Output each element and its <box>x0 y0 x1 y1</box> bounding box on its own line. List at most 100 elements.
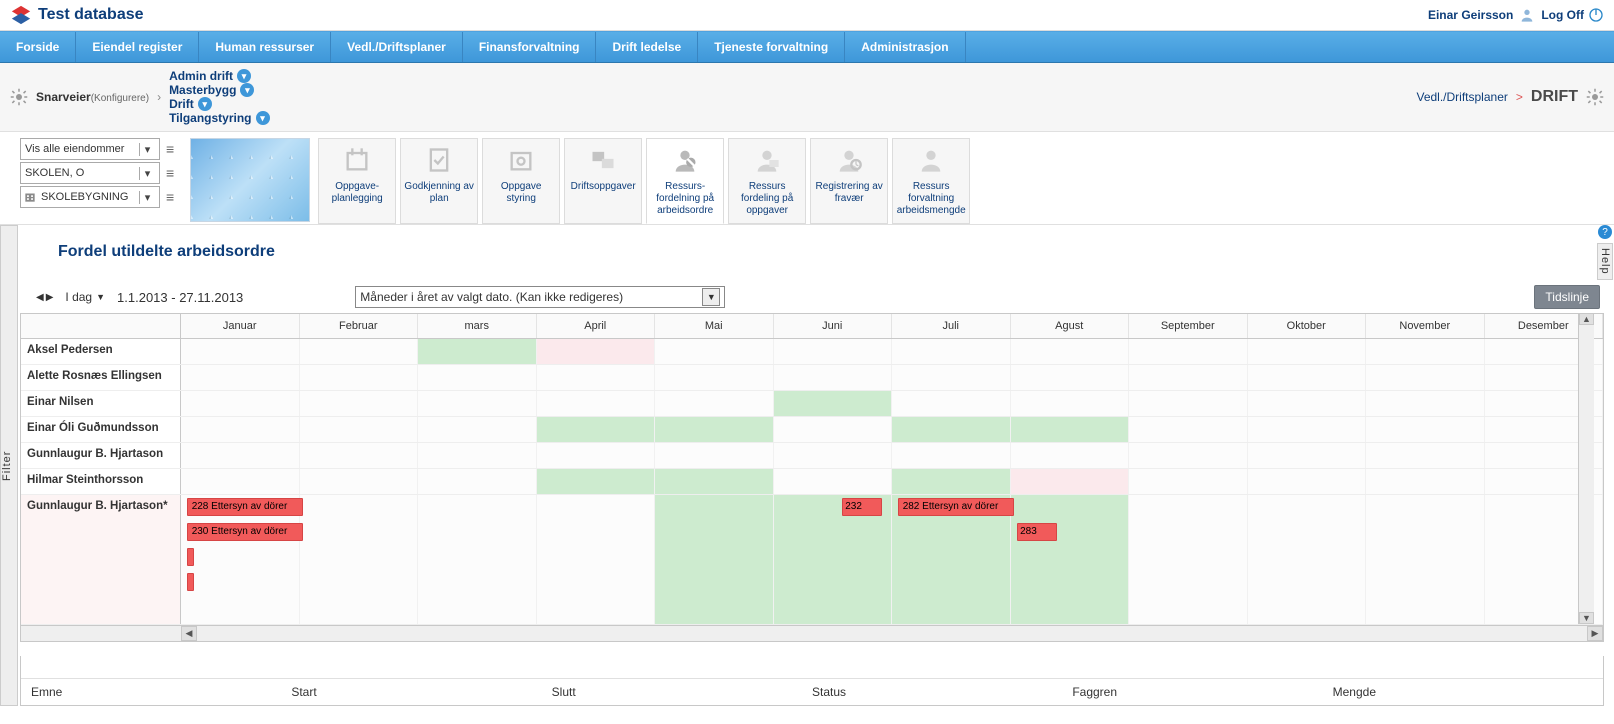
timeline-cell[interactable] <box>655 391 774 416</box>
timeline-cell[interactable] <box>181 469 300 494</box>
timeline-cell[interactable] <box>1011 339 1130 364</box>
task-bar[interactable]: 283 <box>1017 523 1057 541</box>
gear-icon[interactable] <box>10 88 28 106</box>
timeline-cell[interactable] <box>300 417 419 442</box>
timeline-cell[interactable] <box>1366 417 1485 442</box>
timeline-cell[interactable] <box>1129 391 1248 416</box>
ribbon-button[interactable]: Oppgave- planlegging <box>318 138 396 224</box>
shortcut-link[interactable]: Admin drift▾ <box>169 69 269 83</box>
filter-panel-tab[interactable]: Filter <box>0 225 18 706</box>
timeline-cell[interactable] <box>774 443 893 468</box>
timeline-cell[interactable] <box>1248 417 1367 442</box>
timeline-cell[interactable] <box>300 443 419 468</box>
timeline-cell[interactable] <box>1129 495 1248 624</box>
timeline-cell[interactable] <box>1366 339 1485 364</box>
gear-icon[interactable] <box>1586 88 1604 106</box>
menu-item[interactable]: Vedl./Driftsplaner <box>331 32 463 62</box>
timeline-cell[interactable] <box>537 417 656 442</box>
timeline-cell[interactable] <box>774 469 893 494</box>
timeline-cell[interactable] <box>1129 339 1248 364</box>
timeline-cell[interactable] <box>537 365 656 390</box>
timeline-cell[interactable] <box>1366 443 1485 468</box>
timeline-cell[interactable] <box>774 365 893 390</box>
timeline-cell[interactable] <box>1248 339 1367 364</box>
timeline-cell[interactable] <box>892 443 1011 468</box>
timeline-cell[interactable] <box>1129 365 1248 390</box>
timeline-cell[interactable] <box>537 469 656 494</box>
timeline-cell[interactable] <box>1248 443 1367 468</box>
timeline-cell[interactable] <box>892 391 1011 416</box>
vertical-scrollbar[interactable]: ▲ ▼ <box>1578 313 1594 624</box>
timeline-cell[interactable] <box>655 495 774 624</box>
menu-item[interactable]: Administrasjon <box>845 32 965 62</box>
menu-item[interactable]: Eiendel register <box>76 32 199 62</box>
tidslinje-button[interactable]: Tidslinje <box>1534 285 1600 309</box>
timeline-cell[interactable] <box>1129 417 1248 442</box>
timeline-view-select[interactable]: Måneder i året av valgt dato. (Kan ikke … <box>355 286 725 308</box>
timeline-cell[interactable] <box>181 365 300 390</box>
horizontal-scrollbar[interactable]: ◀ ▶ <box>21 625 1603 641</box>
timeline-cell[interactable] <box>892 417 1011 442</box>
logoff-link[interactable]: Log Off <box>1541 7 1604 23</box>
timeline-cell[interactable] <box>655 365 774 390</box>
help-panel-tab[interactable]: Help <box>1597 243 1613 280</box>
ribbon-button[interactable]: Ressurs- fordelning på arbeidsordre <box>646 138 724 224</box>
next-arrow-icon[interactable]: ▶ <box>46 292 54 303</box>
list-icon[interactable]: ≡ <box>166 190 174 204</box>
timeline-cell[interactable] <box>892 365 1011 390</box>
menu-item[interactable]: Human ressurser <box>199 32 331 62</box>
timeline-cell[interactable] <box>1011 443 1130 468</box>
grid-column-header[interactable]: Start <box>291 685 551 699</box>
timeline-cell[interactable] <box>181 391 300 416</box>
snarveier-label[interactable]: Snarveier(Konfigurere) <box>36 90 149 104</box>
timeline-cell[interactable] <box>418 443 537 468</box>
breadcrumb-module[interactable]: Vedl./Driftsplaner <box>1416 90 1507 104</box>
timeline-cell[interactable] <box>537 391 656 416</box>
filter-select-school[interactable]: SKOLEN, O▾ <box>20 162 160 184</box>
timeline-cell[interactable] <box>1011 417 1130 442</box>
today-button[interactable]: I dag▼ <box>65 290 105 304</box>
timeline-cell[interactable] <box>655 339 774 364</box>
timeline-cell[interactable] <box>1129 469 1248 494</box>
timeline-cell[interactable] <box>655 417 774 442</box>
timeline-cell[interactable] <box>774 339 893 364</box>
timeline-cell[interactable] <box>300 495 419 624</box>
timeline-cell[interactable] <box>774 417 893 442</box>
ribbon-button[interactable]: Ressurs forvaltning arbeidsmengde <box>892 138 970 224</box>
shortcut-link[interactable]: Tilgangstyring▾ <box>169 111 269 125</box>
timeline-cell[interactable] <box>1011 391 1130 416</box>
menu-item[interactable]: Tjeneste forvaltning <box>698 32 845 62</box>
task-bar[interactable]: 282 Ettersyn av dörer <box>898 498 1015 516</box>
task-bar[interactable]: 232 <box>842 498 882 516</box>
timeline-cell[interactable] <box>418 469 537 494</box>
list-icon[interactable]: ≡ <box>166 142 174 156</box>
timeline-cell[interactable] <box>181 339 300 364</box>
user-name[interactable]: Einar Geirsson <box>1428 8 1513 22</box>
ribbon-button[interactable]: Ressurs fordeling på oppgaver <box>728 138 806 224</box>
shortcut-link[interactable]: Drift▾ <box>169 97 269 111</box>
timeline-cell[interactable] <box>181 417 300 442</box>
timeline-cell[interactable] <box>655 443 774 468</box>
filter-select-building[interactable]: SKOLEBYGNING ▾ <box>20 186 160 208</box>
prev-arrow-icon[interactable]: ◀ <box>36 292 44 303</box>
timeline-cell[interactable] <box>537 443 656 468</box>
timeline-cell[interactable] <box>1011 495 1130 624</box>
timeline-cell[interactable] <box>1011 469 1130 494</box>
timeline-cell[interactable] <box>181 443 300 468</box>
grid-column-header[interactable]: Mengde <box>1333 685 1593 699</box>
timeline-cell[interactable] <box>1366 391 1485 416</box>
timeline-cell[interactable] <box>300 339 419 364</box>
timeline-cell[interactable] <box>1011 365 1130 390</box>
filter-select-properties[interactable]: Vis alle eiendommer▾ <box>20 138 160 160</box>
task-bar[interactable] <box>187 573 194 591</box>
menu-item[interactable]: Forside <box>0 32 76 62</box>
timeline-cell[interactable] <box>1248 391 1367 416</box>
timeline-cell[interactable] <box>892 469 1011 494</box>
timeline-cell[interactable] <box>300 365 419 390</box>
ribbon-button[interactable]: Driftsoppgaver <box>564 138 642 224</box>
scroll-down-icon[interactable]: ▼ <box>1579 612 1594 624</box>
timeline-cell[interactable] <box>418 495 537 624</box>
scroll-left-icon[interactable]: ◀ <box>181 626 197 641</box>
task-bar[interactable]: 228 Ettersyn av dörer <box>187 498 304 516</box>
menu-item[interactable]: Drift ledelse <box>596 32 698 62</box>
